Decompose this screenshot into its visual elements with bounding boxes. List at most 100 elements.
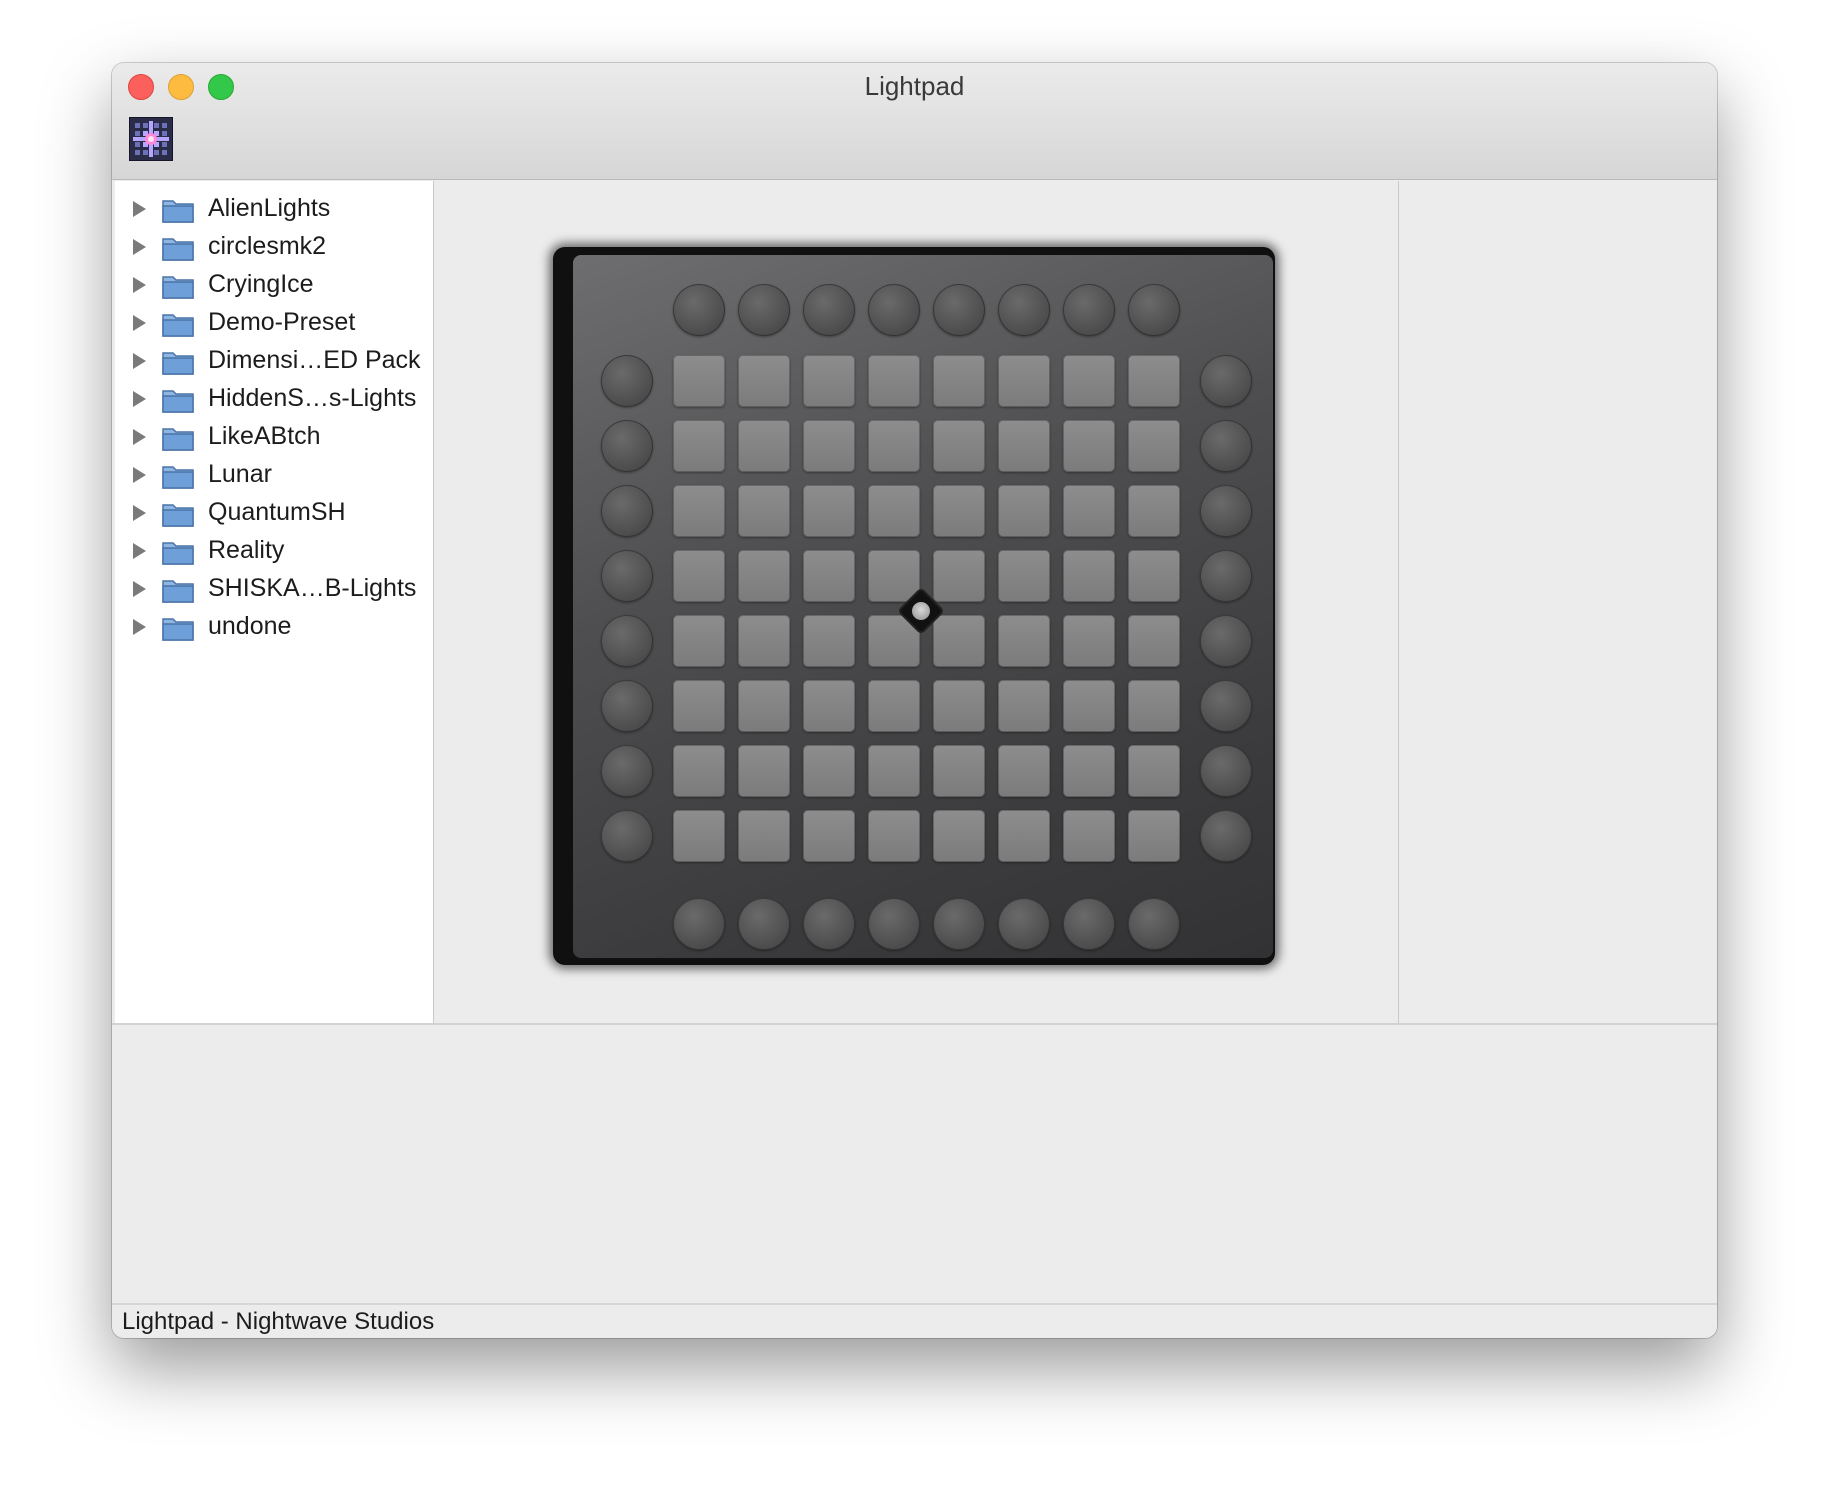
tree-item[interactable]: LikeABtch xyxy=(115,419,433,457)
grid-pad[interactable] xyxy=(673,420,725,472)
left-round-button[interactable] xyxy=(601,680,653,732)
left-round-button[interactable] xyxy=(601,745,653,797)
disclosure-triangle-icon[interactable] xyxy=(133,619,146,635)
grid-pad[interactable] xyxy=(1063,810,1115,862)
grid-pad[interactable] xyxy=(738,810,790,862)
top-round-button[interactable] xyxy=(1063,284,1115,336)
grid-pad[interactable] xyxy=(998,420,1050,472)
grid-pad[interactable] xyxy=(1128,615,1180,667)
grid-pad[interactable] xyxy=(803,485,855,537)
grid-pad[interactable] xyxy=(738,485,790,537)
grid-pad[interactable] xyxy=(1128,680,1180,732)
grid-pad[interactable] xyxy=(673,615,725,667)
disclosure-triangle-icon[interactable] xyxy=(133,239,146,255)
grid-pad[interactable] xyxy=(673,810,725,862)
grid-pad[interactable] xyxy=(1063,745,1115,797)
grid-pad[interactable] xyxy=(1128,745,1180,797)
grid-pad[interactable] xyxy=(1128,810,1180,862)
grid-pad[interactable] xyxy=(1063,420,1115,472)
grid-pad[interactable] xyxy=(1063,550,1115,602)
grid-pad[interactable] xyxy=(803,745,855,797)
grid-pad[interactable] xyxy=(998,810,1050,862)
grid-pad[interactable] xyxy=(738,550,790,602)
top-round-button[interactable] xyxy=(738,284,790,336)
tree-item[interactable]: HiddenS…s-Lights xyxy=(115,381,433,419)
top-round-button[interactable] xyxy=(1128,284,1180,336)
grid-pad[interactable] xyxy=(673,550,725,602)
grid-pad[interactable] xyxy=(673,745,725,797)
bottom-round-button[interactable] xyxy=(998,898,1050,950)
right-round-button[interactable] xyxy=(1200,615,1252,667)
top-round-button[interactable] xyxy=(673,284,725,336)
bottom-round-button[interactable] xyxy=(1063,898,1115,950)
grid-pad[interactable] xyxy=(868,355,920,407)
grid-pad[interactable] xyxy=(933,745,985,797)
bottom-round-button[interactable] xyxy=(673,898,725,950)
grid-pad[interactable] xyxy=(998,550,1050,602)
bottom-round-button[interactable] xyxy=(933,898,985,950)
grid-pad[interactable] xyxy=(1063,355,1115,407)
right-round-button[interactable] xyxy=(1200,745,1252,797)
grid-pad[interactable] xyxy=(803,680,855,732)
left-round-button[interactable] xyxy=(601,355,653,407)
grid-pad[interactable] xyxy=(998,355,1050,407)
grid-pad[interactable] xyxy=(738,745,790,797)
lightpad-app-icon[interactable] xyxy=(130,118,172,160)
tree-item[interactable]: QuantumSH xyxy=(115,495,433,533)
grid-pad[interactable] xyxy=(803,550,855,602)
grid-pad[interactable] xyxy=(933,680,985,732)
left-round-button[interactable] xyxy=(601,615,653,667)
grid-pad[interactable] xyxy=(673,680,725,732)
tree-item[interactable]: Lunar xyxy=(115,457,433,495)
bottom-round-button[interactable] xyxy=(868,898,920,950)
bottom-round-button[interactable] xyxy=(738,898,790,950)
grid-pad[interactable] xyxy=(998,615,1050,667)
right-round-button[interactable] xyxy=(1200,355,1252,407)
preset-tree[interactable]: AlienLights circlesmk2 CryingIce Demo-Pr… xyxy=(115,181,434,1023)
grid-pad[interactable] xyxy=(933,485,985,537)
left-round-button[interactable] xyxy=(601,810,653,862)
left-round-button[interactable] xyxy=(601,420,653,472)
tree-item[interactable]: Dimensi…ED Pack xyxy=(115,343,433,381)
grid-pad[interactable] xyxy=(738,615,790,667)
grid-pad[interactable] xyxy=(998,745,1050,797)
grid-pad[interactable] xyxy=(1063,680,1115,732)
grid-pad[interactable] xyxy=(673,355,725,407)
grid-pad[interactable] xyxy=(673,485,725,537)
grid-pad[interactable] xyxy=(803,355,855,407)
grid-pad[interactable] xyxy=(933,550,985,602)
grid-pad[interactable] xyxy=(868,420,920,472)
disclosure-triangle-icon[interactable] xyxy=(133,467,146,483)
grid-pad[interactable] xyxy=(803,615,855,667)
grid-pad[interactable] xyxy=(1063,485,1115,537)
grid-pad[interactable] xyxy=(803,420,855,472)
tree-item[interactable]: SHISKA…B-Lights xyxy=(115,571,433,609)
grid-pad[interactable] xyxy=(998,485,1050,537)
grid-pad[interactable] xyxy=(738,420,790,472)
left-round-button[interactable] xyxy=(601,485,653,537)
disclosure-triangle-icon[interactable] xyxy=(133,315,146,331)
tree-item[interactable]: CryingIce xyxy=(115,267,433,305)
tree-item[interactable]: AlienLights xyxy=(115,191,433,229)
grid-pad[interactable] xyxy=(1063,615,1115,667)
right-round-button[interactable] xyxy=(1200,680,1252,732)
bottom-round-button[interactable] xyxy=(1128,898,1180,950)
right-round-button[interactable] xyxy=(1200,550,1252,602)
grid-pad[interactable] xyxy=(1128,420,1180,472)
disclosure-triangle-icon[interactable] xyxy=(133,391,146,407)
tree-item[interactable]: undone xyxy=(115,609,433,647)
grid-pad[interactable] xyxy=(868,550,920,602)
top-round-button[interactable] xyxy=(998,284,1050,336)
grid-pad[interactable] xyxy=(868,810,920,862)
disclosure-triangle-icon[interactable] xyxy=(133,429,146,445)
grid-pad[interactable] xyxy=(998,680,1050,732)
grid-pad[interactable] xyxy=(868,680,920,732)
bottom-round-button[interactable] xyxy=(803,898,855,950)
top-round-button[interactable] xyxy=(868,284,920,336)
disclosure-triangle-icon[interactable] xyxy=(133,505,146,521)
grid-pad[interactable] xyxy=(933,615,985,667)
top-round-button[interactable] xyxy=(933,284,985,336)
right-round-button[interactable] xyxy=(1200,810,1252,862)
tree-item[interactable]: Reality xyxy=(115,533,433,571)
top-round-button[interactable] xyxy=(803,284,855,336)
